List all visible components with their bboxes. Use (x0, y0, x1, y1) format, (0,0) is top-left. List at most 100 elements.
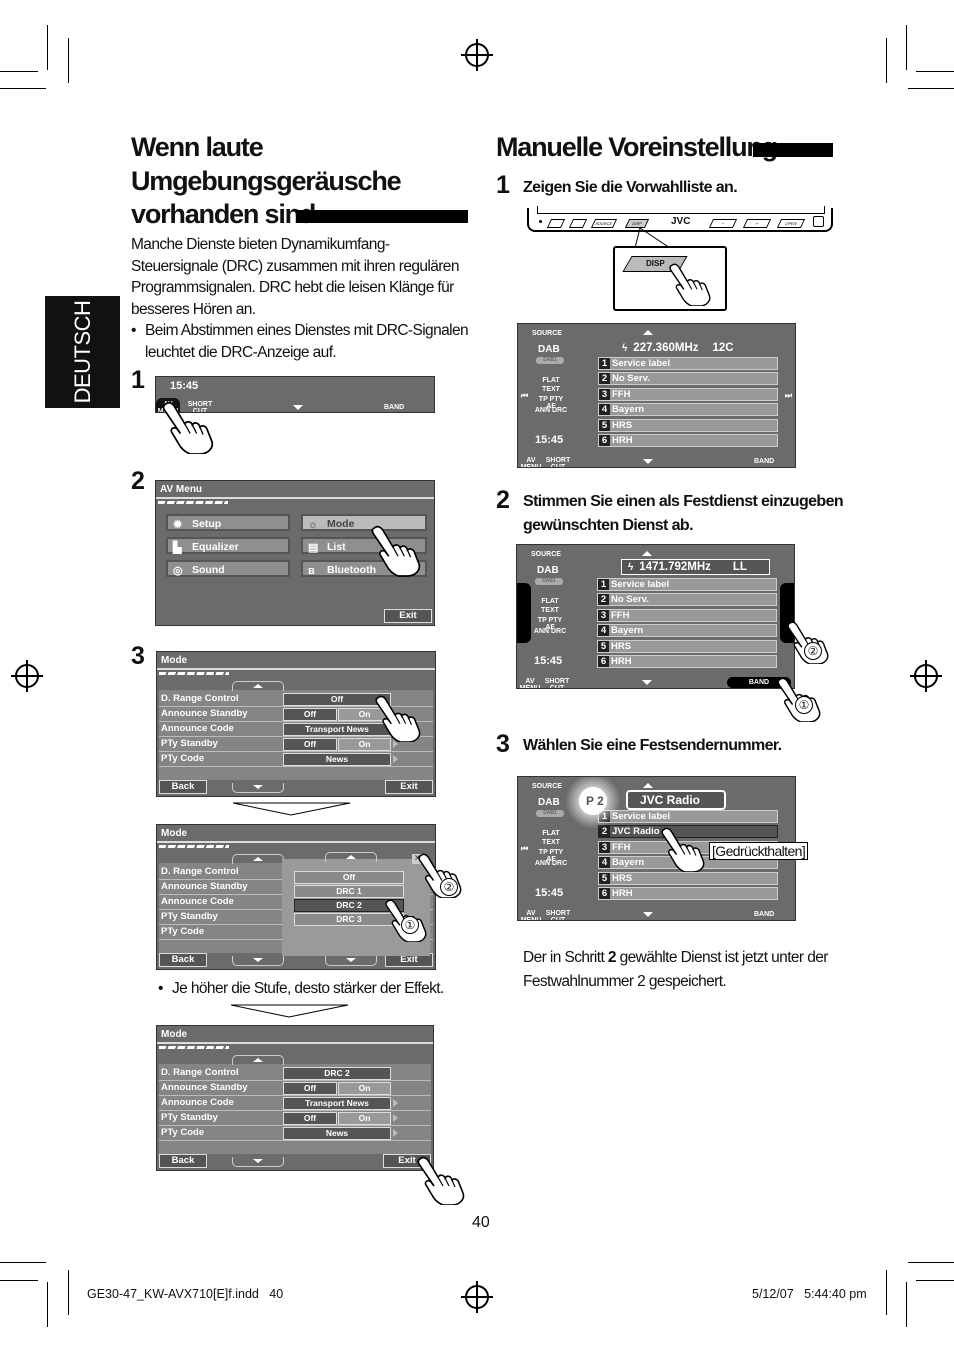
next-arrow-icon[interactable] (393, 1114, 398, 1122)
tilt-button[interactable] (568, 219, 588, 228)
table-row[interactable]: PTy Standby Off On (159, 1111, 431, 1126)
back-button[interactable]: Back (159, 1154, 207, 1168)
exit-button[interactable]: Exit (384, 609, 432, 623)
volume-down-button[interactable]: − (708, 219, 738, 228)
registration-mark-icon (910, 660, 942, 692)
source-button[interactable]: SOURCE (590, 219, 618, 228)
intro-line: Steuersignale (DRC) zusammen mit ihren r… (131, 257, 459, 275)
next-arrow-icon[interactable] (393, 755, 398, 763)
short-cut-button[interactable]: SHORT CUT (545, 457, 571, 467)
short-cut-button[interactable]: SHORT CUT (545, 910, 571, 920)
option-on[interactable]: On (338, 1082, 391, 1095)
preset-name: FFH (612, 841, 631, 853)
down-arrow-icon[interactable] (293, 405, 303, 410)
row-value[interactable]: News (283, 1127, 391, 1140)
table-row[interactable]: PTy Code News (159, 1126, 431, 1141)
preset-row[interactable]: 6 HRH (598, 887, 778, 900)
scroll-down-button[interactable] (232, 783, 284, 793)
power-button[interactable] (813, 216, 824, 227)
preset-row[interactable]: 6 HRH (598, 434, 778, 447)
source-button[interactable]: SOURCE (531, 551, 561, 558)
preset-row[interactable]: 5 HRS (597, 639, 777, 653)
preset-row[interactable]: 5 HRS (598, 871, 778, 885)
back-button[interactable]: Back (159, 780, 207, 794)
preset-row[interactable]: 4 Bayern (598, 403, 778, 417)
scroll-up-button[interactable] (232, 1055, 284, 1065)
preset-row[interactable]: 4 Bayern (597, 624, 777, 638)
display-edge (537, 206, 825, 214)
av-menu-button[interactable]: AV MENU (520, 910, 542, 920)
previous-icon[interactable]: ⏮ (521, 391, 528, 401)
back-button[interactable]: Back (159, 953, 207, 967)
up-arrow-icon[interactable] (642, 551, 652, 556)
row-value[interactable]: News (283, 753, 391, 766)
callout-number: ② (804, 642, 822, 660)
av-menu-button[interactable]: AV MENU (520, 457, 542, 467)
preset-row[interactable]: 1Service label (597, 578, 777, 591)
preset-row[interactable]: 3 FFH (598, 387, 778, 401)
preset-row[interactable]: 2 No Serv. (598, 372, 778, 386)
up-arrow-icon[interactable] (643, 783, 653, 788)
registration-mark-icon (461, 39, 493, 71)
reset-button[interactable] (539, 220, 542, 223)
next-arrow-icon[interactable] (393, 1099, 398, 1107)
option-off[interactable]: Off (283, 1112, 337, 1125)
volume-up-button[interactable]: + (742, 219, 772, 228)
option-on[interactable]: On (338, 1112, 391, 1125)
scroll-down-button[interactable] (232, 956, 284, 966)
popup-scroll-up[interactable] (325, 852, 377, 862)
frequency-display: ϟ 1471.792MHz LL (621, 559, 770, 575)
next-icon[interactable]: ⏭ (785, 391, 792, 401)
step-number: 3 (131, 642, 145, 670)
open-button[interactable]: OPEN (776, 219, 806, 228)
preset-row[interactable]: 2 No Serv. (597, 593, 777, 607)
menu-setup-button[interactable]: ✹ Setup (166, 514, 290, 531)
disp-button[interactable]: DISP (624, 219, 650, 228)
next-arrow-icon[interactable] (393, 1129, 398, 1137)
previous-icon[interactable]: ⏮ (521, 844, 528, 854)
table-row[interactable]: Announce Standby Off On (159, 1081, 431, 1096)
drc-option[interactable]: Off (294, 871, 404, 884)
footer-date: 5/12/07 5:44:40 pm (752, 1287, 867, 1301)
preset-row[interactable]: 6 HRH (597, 655, 777, 668)
scroll-up-button[interactable] (232, 854, 284, 864)
up-arrow-icon[interactable] (643, 330, 653, 335)
down-arrow-icon[interactable] (643, 459, 653, 464)
row-value[interactable]: Transport News (283, 1097, 391, 1110)
eject-button[interactable] (546, 219, 566, 228)
preset-row[interactable]: 3 FFH (597, 608, 777, 622)
table-row[interactable]: Announce Code Transport News (159, 1096, 431, 1111)
source-button[interactable]: SOURCE (532, 330, 562, 337)
option-off[interactable]: Off (283, 738, 337, 751)
preset-row[interactable]: 5 HRS (598, 418, 778, 432)
band-button[interactable]: BAND (754, 458, 774, 465)
indicator: TEXT (542, 839, 560, 846)
bulb-icon: ☼ (308, 519, 319, 531)
table-row[interactable]: PTy Code News (159, 752, 433, 767)
band-button[interactable]: BAND (754, 911, 774, 918)
drc-option[interactable]: DRC 1 (294, 885, 404, 898)
menu-equalizer-button[interactable]: ▙ Equalizer (166, 537, 290, 554)
preset-row[interactable]: 1Service label (598, 357, 778, 370)
option-off[interactable]: Off (283, 1082, 337, 1095)
preset-number: 2 (599, 373, 610, 385)
band-button[interactable]: BAND (384, 404, 404, 411)
down-arrow-icon[interactable] (642, 680, 652, 685)
bluetooth-icon: ʙ (308, 565, 315, 577)
preset-name: FFH (612, 388, 631, 400)
popup-scroll-down[interactable] (325, 956, 377, 966)
scroll-down-button[interactable] (232, 1157, 284, 1167)
scroll-up-button[interactable] (232, 681, 284, 691)
av-menu-button[interactable]: AV MENU (519, 678, 541, 688)
option-off[interactable]: Off (283, 708, 337, 721)
short-cut-button[interactable]: SHORT CUT (544, 678, 570, 688)
exit-button[interactable]: Exit (385, 780, 433, 794)
down-arrow-icon[interactable] (643, 912, 653, 917)
row-value[interactable]: DRC 2 (283, 1067, 391, 1080)
menu-sound-button[interactable]: ◎ Sound (166, 560, 290, 577)
result-text: Der in Schritt 2 gewählte Dienst ist jet… (523, 946, 828, 994)
previous-button[interactable] (517, 583, 531, 643)
step-number: 2 (131, 467, 145, 495)
button-label: Setup (192, 518, 222, 530)
table-row[interactable]: D. Range Control DRC 2 (159, 1066, 431, 1081)
